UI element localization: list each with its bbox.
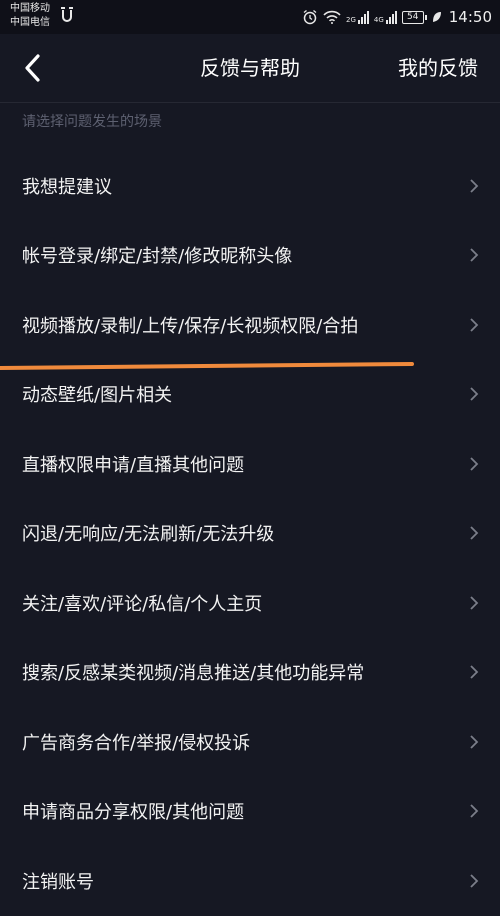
status-time: 14:50 xyxy=(448,8,492,26)
issue-label: 视频播放/录制/上传/保存/长视频权限/合拍 xyxy=(22,315,359,337)
issue-item-product-share[interactable]: 申请商品分享权限/其他问题 xyxy=(0,777,500,847)
issue-label: 搜索/反感某类视频/消息推送/其他功能异常 xyxy=(22,663,365,685)
battery-level: 54 xyxy=(401,10,424,24)
issue-item-video[interactable]: 视频播放/录制/上传/保存/长视频权限/合拍 xyxy=(0,290,500,360)
leaf-icon xyxy=(432,12,441,22)
chevron-right-icon xyxy=(470,248,479,262)
issue-label: 广告商务合作/举报/侵权投诉 xyxy=(22,732,251,754)
issue-label: 闪退/无响应/无法刷新/无法升级 xyxy=(22,524,275,546)
carrier-sim2: 中国电信 xyxy=(10,17,50,28)
chevron-right-icon xyxy=(470,457,479,471)
issue-label: 注销账号 xyxy=(22,871,94,893)
issue-label: 申请商品分享权限/其他问题 xyxy=(22,802,245,824)
chevron-right-icon xyxy=(470,804,479,818)
issue-item-delete-account[interactable]: 注销账号 xyxy=(0,846,500,916)
usb-debug-icon xyxy=(61,7,73,22)
issue-item-social[interactable]: 关注/喜欢/评论/私信/个人主页 xyxy=(0,568,500,638)
signal-sim1-icon: 2G xyxy=(346,10,369,24)
orange-annotation-stroke xyxy=(0,362,414,370)
issue-label: 直播权限申请/直播其他问题 xyxy=(22,454,245,476)
issue-item-search[interactable]: 搜索/反感某类视频/消息推送/其他功能异常 xyxy=(0,638,500,708)
chevron-right-icon xyxy=(470,596,479,610)
wifi-icon xyxy=(323,10,341,24)
chevron-right-icon xyxy=(470,526,479,540)
issue-category-list: 我想提建议 帐号登录/绑定/封禁/修改昵称头像 视频播放/录制/上传/保存/长视… xyxy=(0,151,500,916)
signal-sim2-icon: 4G xyxy=(374,10,397,24)
issue-item-account[interactable]: 帐号登录/绑定/封禁/修改昵称头像 xyxy=(0,221,500,291)
issue-label: 我想提建议 xyxy=(22,176,112,198)
issue-label: 帐号登录/绑定/封禁/修改昵称头像 xyxy=(22,246,293,268)
issue-item-live[interactable]: 直播权限申请/直播其他问题 xyxy=(0,429,500,499)
issue-label: 动态壁纸/图片相关 xyxy=(22,385,173,407)
status-icons: 2G 4G 54 14:50 xyxy=(302,0,492,34)
chevron-right-icon xyxy=(470,874,479,888)
section-hint: 请选择问题发生的场景 xyxy=(22,114,162,130)
chevron-right-icon xyxy=(470,179,479,193)
chevron-right-icon xyxy=(470,318,479,332)
issue-item-ads-report[interactable]: 广告商务合作/举报/侵权投诉 xyxy=(0,707,500,777)
battery-icon: 54 xyxy=(401,10,427,24)
nav-bar: 反馈与帮助 我的反馈 xyxy=(0,34,500,103)
chevron-right-icon xyxy=(470,735,479,749)
sim1-network-label: 2G xyxy=(345,16,356,24)
alarm-icon xyxy=(303,9,317,25)
issue-item-crash[interactable]: 闪退/无响应/无法刷新/无法升级 xyxy=(0,499,500,569)
carrier-sim1: 中国移动 xyxy=(10,3,50,14)
my-feedback-button[interactable]: 我的反馈 xyxy=(398,54,478,82)
chevron-right-icon xyxy=(470,665,479,679)
issue-item-suggestion[interactable]: 我想提建议 xyxy=(0,151,500,221)
issue-label: 关注/喜欢/评论/私信/个人主页 xyxy=(22,593,263,615)
chevron-right-icon xyxy=(470,387,479,401)
sim2-network-label: 4G xyxy=(373,16,384,24)
status-bar: 中国移动 中国电信 2G 4G 54 14:50 xyxy=(0,0,500,34)
